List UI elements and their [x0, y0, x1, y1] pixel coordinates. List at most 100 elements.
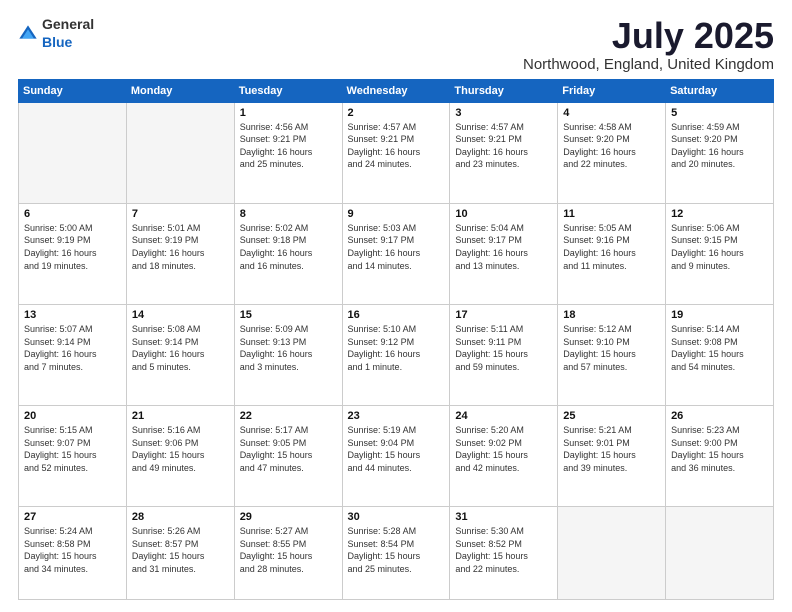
- day-number: 5: [671, 107, 768, 119]
- table-cell: 15 Sunrise: 5:09 AM Sunset: 9:13 PM Dayli…: [234, 304, 342, 405]
- table-cell: [19, 102, 127, 203]
- day-info: Sunrise: 5:28 AM Sunset: 8:54 PM Dayligh…: [348, 525, 445, 575]
- day-number: 25: [563, 410, 660, 422]
- day-info: Sunrise: 5:03 AM Sunset: 9:17 PM Dayligh…: [348, 222, 445, 272]
- table-cell: 5 Sunrise: 4:59 AM Sunset: 9:20 PM Daylig…: [666, 102, 774, 203]
- col-tuesday: Tuesday: [234, 79, 342, 102]
- table-cell: 30Sunrise: 5:28 AM Sunset: 8:54 PM Dayli…: [342, 507, 450, 600]
- day-info: Sunrise: 5:04 AM Sunset: 9:17 PM Dayligh…: [455, 222, 552, 272]
- day-number: 12: [671, 208, 768, 220]
- day-info: Sunrise: 5:05 AM Sunset: 9:16 PM Dayligh…: [563, 222, 660, 272]
- day-info: Sunrise: 5:14 AM Sunset: 9:08 PM Dayligh…: [671, 323, 768, 373]
- day-number: 15: [240, 309, 337, 321]
- day-info: Sunrise: 5:26 AM Sunset: 8:57 PM Dayligh…: [132, 525, 229, 575]
- table-cell: 29Sunrise: 5:27 AM Sunset: 8:55 PM Dayli…: [234, 507, 342, 600]
- day-number: 10: [455, 208, 552, 220]
- table-cell: 8 Sunrise: 5:02 AM Sunset: 9:18 PM Daylig…: [234, 203, 342, 304]
- table-cell: 27 Sunrise: 5:24 AM Sunset: 8:58 PM Dayli…: [19, 507, 127, 600]
- day-info: Sunrise: 5:16 AM Sunset: 9:06 PM Dayligh…: [132, 424, 229, 474]
- logo-icon: [18, 24, 38, 44]
- day-number: 22: [240, 410, 337, 422]
- day-number: 26: [671, 410, 768, 422]
- logo-general: General: [42, 16, 94, 32]
- table-cell: 17 Sunrise: 5:11 AM Sunset: 9:11 PM Dayli…: [450, 304, 558, 405]
- title-block: July 2025 Northwood, England, United Kin…: [523, 16, 774, 73]
- col-sunday: Sunday: [19, 79, 127, 102]
- day-number: 6: [24, 208, 121, 220]
- day-number: 16: [348, 309, 445, 321]
- day-number: 28: [132, 511, 229, 523]
- table-cell: 25 Sunrise: 5:21 AM Sunset: 9:01 PM Dayli…: [558, 406, 666, 507]
- table-cell: 18 Sunrise: 5:12 AM Sunset: 9:10 PM Dayli…: [558, 304, 666, 405]
- col-monday: Monday: [126, 79, 234, 102]
- table-cell: 26 Sunrise: 5:23 AM Sunset: 9:00 PM Dayli…: [666, 406, 774, 507]
- day-info: Sunrise: 5:02 AM Sunset: 9:18 PM Dayligh…: [240, 222, 337, 272]
- table-cell: 6 Sunrise: 5:00 AM Sunset: 9:19 PM Daylig…: [19, 203, 127, 304]
- table-cell: 20 Sunrise: 5:15 AM Sunset: 9:07 PM Dayli…: [19, 406, 127, 507]
- logo-text: General Blue: [42, 16, 94, 52]
- table-cell: 19 Sunrise: 5:14 AM Sunset: 9:08 PM Dayli…: [666, 304, 774, 405]
- day-number: 13: [24, 309, 121, 321]
- day-info: Sunrise: 5:23 AM Sunset: 9:00 PM Dayligh…: [671, 424, 768, 474]
- table-cell: 12Sunrise: 5:06 AM Sunset: 9:15 PM Dayli…: [666, 203, 774, 304]
- day-number: 3: [455, 107, 552, 119]
- day-info: Sunrise: 4:58 AM Sunset: 9:20 PM Dayligh…: [563, 121, 660, 171]
- col-saturday: Saturday: [666, 79, 774, 102]
- day-number: 8: [240, 208, 337, 220]
- day-number: 19: [671, 309, 768, 321]
- day-number: 2: [348, 107, 445, 119]
- day-info: Sunrise: 5:30 AM Sunset: 8:52 PM Dayligh…: [455, 525, 552, 575]
- day-info: Sunrise: 4:59 AM Sunset: 9:20 PM Dayligh…: [671, 121, 768, 171]
- day-info: Sunrise: 5:17 AM Sunset: 9:05 PM Dayligh…: [240, 424, 337, 474]
- day-info: Sunrise: 5:20 AM Sunset: 9:02 PM Dayligh…: [455, 424, 552, 474]
- table-cell: [126, 102, 234, 203]
- day-number: 14: [132, 309, 229, 321]
- table-cell: 21 Sunrise: 5:16 AM Sunset: 9:06 PM Dayli…: [126, 406, 234, 507]
- table-cell: 23Sunrise: 5:19 AM Sunset: 9:04 PM Dayli…: [342, 406, 450, 507]
- calendar-table: Sunday Monday Tuesday Wednesday Thursday…: [18, 79, 774, 600]
- table-cell: 1 Sunrise: 4:56 AM Sunset: 9:21 PM Daylig…: [234, 102, 342, 203]
- day-number: 7: [132, 208, 229, 220]
- day-number: 17: [455, 309, 552, 321]
- day-number: 20: [24, 410, 121, 422]
- day-info: Sunrise: 4:56 AM Sunset: 9:21 PM Dayligh…: [240, 121, 337, 171]
- day-info: Sunrise: 5:11 AM Sunset: 9:11 PM Dayligh…: [455, 323, 552, 373]
- table-cell: [558, 507, 666, 600]
- table-cell: 7 Sunrise: 5:01 AM Sunset: 9:19 PM Daylig…: [126, 203, 234, 304]
- table-cell: 14 Sunrise: 5:08 AM Sunset: 9:14 PM Dayli…: [126, 304, 234, 405]
- day-number: 27: [24, 511, 121, 523]
- day-info: Sunrise: 5:07 AM Sunset: 9:14 PM Dayligh…: [24, 323, 121, 373]
- page-title: July 2025: [523, 16, 774, 56]
- day-info: Sunrise: 5:24 AM Sunset: 8:58 PM Dayligh…: [24, 525, 121, 575]
- day-info: Sunrise: 5:19 AM Sunset: 9:04 PM Dayligh…: [348, 424, 445, 474]
- table-cell: 13 Sunrise: 5:07 AM Sunset: 9:14 PM Dayli…: [19, 304, 127, 405]
- table-cell: 28 Sunrise: 5:26 AM Sunset: 8:57 PM Dayli…: [126, 507, 234, 600]
- day-number: 21: [132, 410, 229, 422]
- col-friday: Friday: [558, 79, 666, 102]
- day-info: Sunrise: 5:08 AM Sunset: 9:14 PM Dayligh…: [132, 323, 229, 373]
- day-info: Sunrise: 5:12 AM Sunset: 9:10 PM Dayligh…: [563, 323, 660, 373]
- day-info: Sunrise: 5:00 AM Sunset: 9:19 PM Dayligh…: [24, 222, 121, 272]
- day-info: Sunrise: 5:15 AM Sunset: 9:07 PM Dayligh…: [24, 424, 121, 474]
- day-info: Sunrise: 5:01 AM Sunset: 9:19 PM Dayligh…: [132, 222, 229, 272]
- page: General Blue July 2025 Northwood, Englan…: [0, 0, 792, 612]
- table-cell: 24Sunrise: 5:20 AM Sunset: 9:02 PM Dayli…: [450, 406, 558, 507]
- day-info: Sunrise: 4:57 AM Sunset: 9:21 PM Dayligh…: [348, 121, 445, 171]
- table-cell: 2 Sunrise: 4:57 AM Sunset: 9:21 PM Daylig…: [342, 102, 450, 203]
- table-cell: 4Sunrise: 4:58 AM Sunset: 9:20 PM Daylig…: [558, 102, 666, 203]
- col-thursday: Thursday: [450, 79, 558, 102]
- day-number: 29: [240, 511, 337, 523]
- day-info: Sunrise: 4:57 AM Sunset: 9:21 PM Dayligh…: [455, 121, 552, 171]
- page-subtitle: Northwood, England, United Kingdom: [523, 56, 774, 73]
- day-info: Sunrise: 5:09 AM Sunset: 9:13 PM Dayligh…: [240, 323, 337, 373]
- table-cell: 16Sunrise: 5:10 AM Sunset: 9:12 PM Dayli…: [342, 304, 450, 405]
- day-number: 1: [240, 107, 337, 119]
- table-cell: 11 Sunrise: 5:05 AM Sunset: 9:16 PM Dayli…: [558, 203, 666, 304]
- day-info: Sunrise: 5:21 AM Sunset: 9:01 PM Dayligh…: [563, 424, 660, 474]
- header: General Blue July 2025 Northwood, Englan…: [18, 16, 774, 73]
- table-cell: 9 Sunrise: 5:03 AM Sunset: 9:17 PM Daylig…: [342, 203, 450, 304]
- day-number: 18: [563, 309, 660, 321]
- day-number: 11: [563, 208, 660, 220]
- day-number: 9: [348, 208, 445, 220]
- table-cell: 22 Sunrise: 5:17 AM Sunset: 9:05 PM Dayli…: [234, 406, 342, 507]
